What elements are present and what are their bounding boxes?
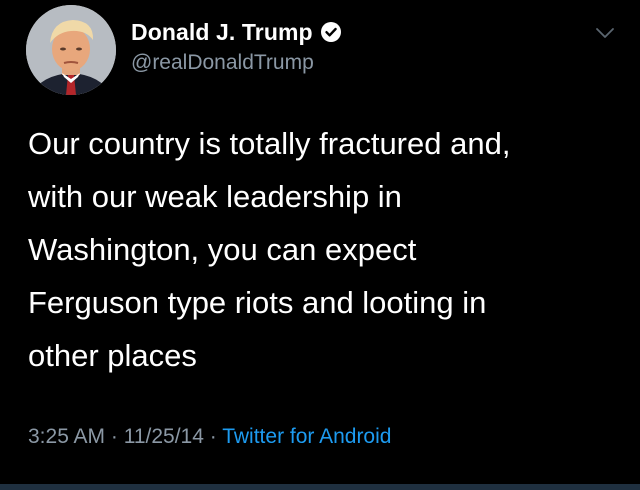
verified-badge-icon: [320, 21, 342, 43]
tweet-time[interactable]: 3:25 AM: [28, 425, 105, 448]
tweet-source-link[interactable]: Twitter for Android: [222, 425, 391, 448]
tweet-card: Donald J. Trump @realDonaldTrump Our cou…: [0, 0, 640, 490]
author-handle[interactable]: @realDonaldTrump: [131, 51, 342, 75]
avatar-photo: [26, 5, 116, 95]
tweet-meta: 3:25 AM · 11/25/14 · Twitter for Android: [28, 425, 391, 449]
divider: [0, 484, 640, 490]
author-info: Donald J. Trump @realDonaldTrump: [131, 17, 342, 75]
meta-separator: ·: [105, 425, 124, 448]
tweet-text: Our country is totally fractured and, wi…: [28, 126, 511, 373]
display-name[interactable]: Donald J. Trump: [131, 19, 313, 46]
tweet-date[interactable]: 11/25/14: [124, 425, 204, 448]
meta-separator: ·: [203, 425, 223, 448]
name-row: Donald J. Trump: [131, 17, 342, 47]
avatar[interactable]: [26, 5, 116, 95]
chevron-down-icon[interactable]: [594, 25, 616, 41]
